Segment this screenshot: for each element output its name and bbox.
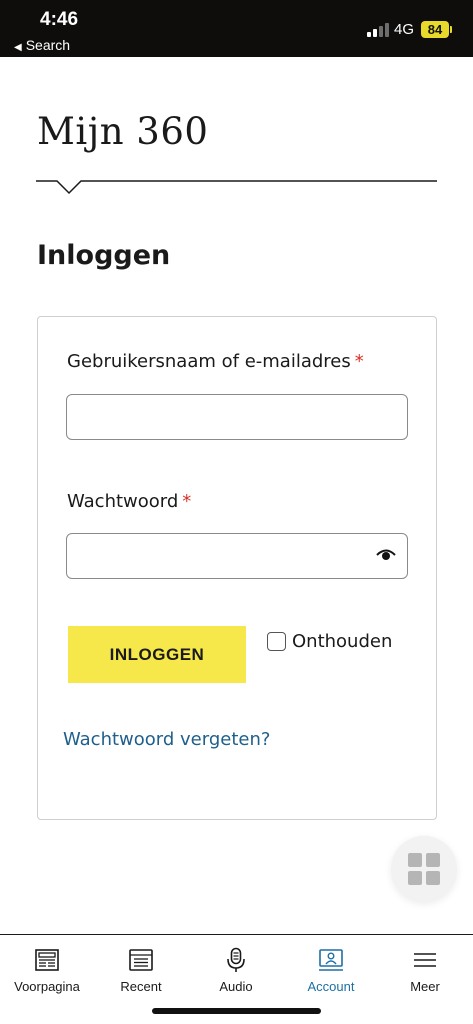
username-label-text: Gebruikersnaam of e-mailadres bbox=[67, 351, 351, 372]
required-mark: * bbox=[182, 491, 192, 512]
eye-icon[interactable] bbox=[376, 548, 396, 562]
login-form-card: Gebruikersnaam of e-mailadres * Wachtwoor… bbox=[37, 316, 437, 820]
tab-audio[interactable]: Audio bbox=[189, 947, 283, 994]
tab-meer[interactable]: Meer bbox=[378, 947, 472, 994]
list-window-icon bbox=[129, 949, 153, 971]
remember-me-toggle[interactable]: Onthouden bbox=[267, 629, 392, 653]
network-type: 4G bbox=[394, 21, 415, 38]
status-bar: 4:46 ◀ Search 4G 84 bbox=[0, 0, 473, 57]
brand-title: Mijn 360 bbox=[37, 110, 209, 153]
floating-menu-button[interactable] bbox=[391, 836, 457, 902]
home-indicator bbox=[152, 1008, 321, 1014]
tab-label: Audio bbox=[219, 979, 253, 994]
remember-checkbox[interactable] bbox=[267, 631, 286, 651]
tab-label: Account bbox=[307, 979, 355, 994]
header-divider bbox=[36, 180, 437, 195]
password-label: Wachtwoord * bbox=[67, 491, 191, 512]
back-label: Search bbox=[25, 37, 71, 53]
microphone-icon bbox=[227, 947, 245, 972]
page-title: Inloggen bbox=[37, 240, 171, 271]
login-button[interactable]: INLOGGEN bbox=[68, 626, 246, 683]
required-mark: * bbox=[354, 351, 364, 372]
username-label: Gebruikersnaam of e-mailadres * bbox=[67, 351, 364, 372]
tab-recent[interactable]: Recent bbox=[94, 947, 188, 994]
remember-label: Onthouden bbox=[292, 630, 393, 652]
forgot-password-link[interactable]: Wachtwoord vergeten? bbox=[63, 729, 270, 750]
tab-label: Meer bbox=[410, 979, 440, 994]
newspaper-icon bbox=[35, 949, 59, 971]
status-time: 4:46 bbox=[40, 9, 79, 30]
password-field[interactable] bbox=[66, 533, 408, 579]
grid-icon bbox=[408, 853, 440, 885]
signal-strength-icon bbox=[367, 23, 389, 37]
tab-label: Recent bbox=[120, 979, 162, 994]
password-label-text: Wachtwoord bbox=[67, 491, 179, 512]
username-input[interactable] bbox=[66, 394, 408, 440]
tab-label: Voorpagina bbox=[14, 979, 80, 994]
battery-tip bbox=[450, 26, 452, 33]
back-to-search-link[interactable]: ◀ Search bbox=[14, 37, 70, 53]
account-monitor-icon bbox=[319, 949, 343, 971]
tab-voorpagina[interactable]: Voorpagina bbox=[0, 947, 94, 994]
hamburger-menu-icon bbox=[414, 953, 436, 967]
back-triangle-icon: ◀ bbox=[14, 42, 22, 53]
battery-icon: 84 bbox=[421, 21, 449, 38]
tab-account[interactable]: Account bbox=[284, 947, 378, 994]
